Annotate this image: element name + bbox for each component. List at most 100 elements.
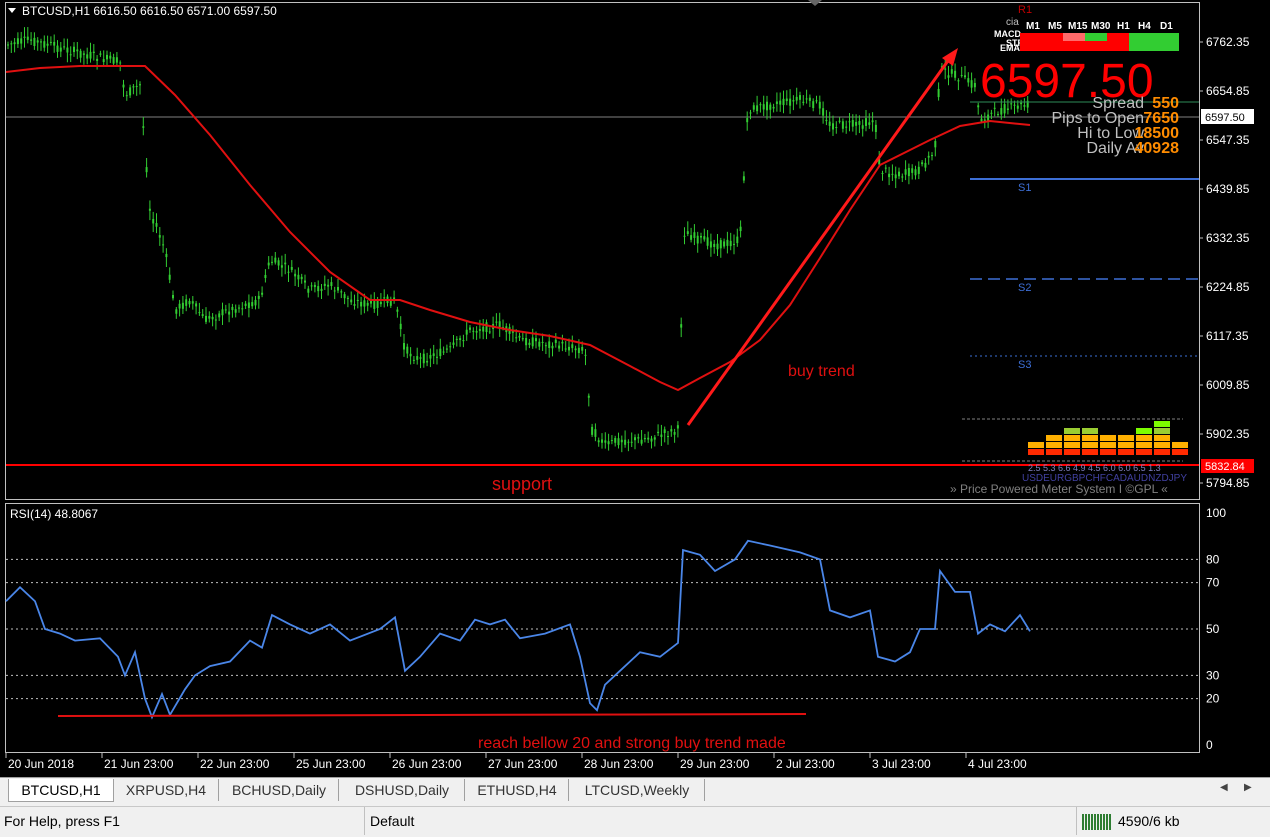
tab-xrpusd-h4[interactable]: XRPUSD,H4 — [114, 779, 219, 801]
candle — [224, 304, 227, 314]
candle — [822, 101, 825, 124]
candle — [574, 345, 577, 359]
tab-btcusd-h1[interactable]: BTCUSD,H1 — [8, 779, 114, 802]
candle — [739, 220, 742, 238]
tab-right-arrow-icon[interactable]: ▶ — [1244, 782, 1252, 793]
candle — [99, 50, 102, 57]
tab-dshusd-daily[interactable]: DSHUSD,Daily — [340, 779, 465, 801]
candle — [518, 332, 521, 341]
chart-menu-icon[interactable] — [8, 8, 16, 13]
candle — [617, 432, 620, 449]
candle — [505, 323, 508, 341]
candle — [53, 34, 56, 53]
candle — [700, 232, 702, 244]
candle — [957, 78, 960, 91]
candle — [657, 424, 660, 436]
rsi-tick-label: 30 — [1206, 668, 1220, 682]
candle — [158, 227, 161, 246]
candle — [300, 273, 303, 284]
chart-canvas[interactable]: BTCUSD,H1 6616.50 6616.50 6571.00 6597.5… — [0, 0, 1270, 777]
candle — [805, 89, 808, 104]
tab-ltcusd-weekly[interactable]: LTCUSD,Weekly — [570, 779, 705, 801]
candle — [673, 428, 676, 443]
candle — [92, 44, 95, 61]
candle — [795, 87, 798, 105]
candle — [426, 352, 429, 367]
candle — [399, 316, 402, 337]
time-tick-label: 2 Jul 23:00 — [776, 757, 835, 771]
candle — [871, 112, 874, 132]
chart-window[interactable]: BTCUSD,H1 6616.50 6616.50 6571.00 6597.5… — [0, 0, 1270, 777]
symbol-info: BTCUSD,H1 6616.50 6616.50 6571.00 6597.5… — [22, 4, 277, 18]
candle — [802, 95, 805, 106]
candle — [970, 72, 973, 94]
candle — [247, 294, 250, 318]
profile-name[interactable]: Default — [366, 807, 1077, 835]
tab-ethusd-h4[interactable]: ETHUSD,H4 — [466, 779, 569, 801]
candle — [865, 109, 867, 132]
candle — [310, 282, 313, 291]
candle — [676, 421, 679, 438]
meter-side-label: cia — [1006, 17, 1019, 28]
candle — [554, 333, 557, 348]
candle — [983, 112, 986, 129]
strength-bars — [1028, 421, 1188, 455]
status-bar: For Help, press F1 Default 4590/6 kb — [0, 806, 1270, 837]
candle — [436, 349, 438, 365]
candle — [782, 90, 785, 114]
price-tick-label: 6654.85 — [1206, 84, 1250, 98]
candle — [191, 296, 194, 310]
candle — [614, 435, 617, 447]
candle — [175, 306, 178, 319]
candle — [756, 95, 759, 115]
candle — [406, 343, 409, 359]
candle — [627, 439, 630, 452]
candle — [353, 294, 356, 310]
candle — [76, 41, 79, 60]
rsi-tick-label: 70 — [1206, 576, 1220, 590]
timeframe-label: M1 — [1026, 21, 1040, 32]
candle — [10, 40, 13, 53]
time-tick-label: 20 Jun 2018 — [8, 757, 74, 771]
candle — [888, 166, 891, 186]
candle — [360, 296, 363, 315]
candle — [218, 310, 221, 322]
candle — [234, 304, 237, 318]
candle — [254, 295, 257, 310]
candle — [109, 51, 112, 63]
candle — [742, 171, 745, 184]
candle — [911, 164, 914, 180]
candle — [719, 237, 722, 258]
tab-bchusd-daily[interactable]: BCHUSD,Daily — [220, 779, 339, 801]
rsi-title: RSI(14) 48.8067 — [10, 507, 98, 521]
time-tick-label: 4 Jul 23:00 — [968, 757, 1027, 771]
candle — [330, 276, 333, 290]
candle — [294, 269, 297, 286]
candle — [145, 157, 148, 178]
candle — [511, 325, 514, 342]
candle — [271, 255, 273, 266]
candle — [690, 227, 693, 243]
candle — [23, 27, 26, 48]
candle — [472, 327, 475, 340]
candle — [188, 298, 191, 308]
candle — [845, 120, 848, 134]
candle — [429, 348, 432, 368]
traffic-cell[interactable]: 4590/6 kb — [1078, 807, 1270, 835]
candle — [607, 433, 610, 451]
s1-label: S1 — [1018, 182, 1031, 194]
candle — [264, 269, 267, 283]
tab-left-arrow-icon[interactable]: ◀ — [1220, 782, 1228, 793]
price-tick-label: 5902.35 — [1206, 427, 1250, 441]
price-tick-label: 6439.85 — [1206, 182, 1250, 196]
candle — [228, 303, 231, 323]
candle — [370, 294, 372, 308]
candle — [931, 152, 933, 161]
meter-cell — [1020, 41, 1129, 51]
meter-stat-value: 40928 — [1135, 140, 1180, 157]
candle — [828, 111, 831, 132]
candle — [960, 66, 963, 78]
candle — [594, 423, 597, 442]
candle — [416, 347, 419, 365]
candle — [469, 324, 471, 333]
